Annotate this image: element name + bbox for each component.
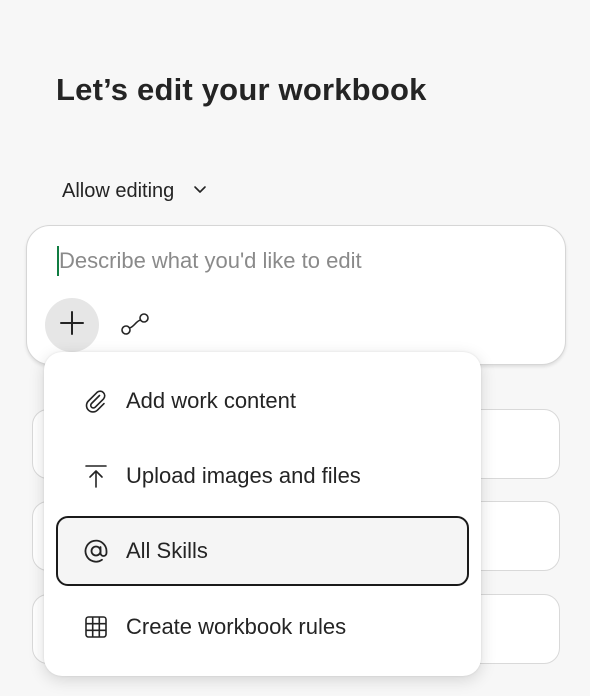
table-grid-icon [82, 613, 110, 641]
allow-editing-dropdown[interactable]: Allow editing [50, 174, 220, 208]
add-attachment-button[interactable] [45, 298, 99, 352]
mode-label: Allow editing [62, 179, 175, 202]
prompt-input[interactable] [57, 244, 539, 278]
prompt-composer [26, 225, 566, 365]
attach-menu: Add work content Upload images and files… [44, 352, 481, 676]
menu-item-upload-images-and-files[interactable]: Upload images and files [56, 441, 469, 511]
page-title: Let’s edit your workbook [56, 72, 427, 107]
menu-item-label: Upload images and files [126, 463, 361, 488]
plus-icon [58, 309, 86, 342]
menu-item-label: All Skills [126, 538, 208, 563]
upload-icon [82, 462, 110, 490]
chevron-down-icon [192, 180, 208, 203]
at-sign-icon [82, 537, 110, 565]
menu-item-all-skills[interactable]: All Skills [56, 516, 469, 586]
menu-item-create-workbook-rules[interactable]: Create workbook rules [56, 592, 469, 662]
flow-icon [120, 312, 150, 341]
flow-button[interactable] [117, 308, 153, 344]
menu-item-label: Create workbook rules [126, 614, 347, 639]
text-caret [57, 246, 59, 276]
paperclip-icon [82, 387, 110, 415]
menu-item-add-work-content[interactable]: Add work content [56, 366, 469, 436]
menu-item-label: Add work content [126, 388, 296, 413]
